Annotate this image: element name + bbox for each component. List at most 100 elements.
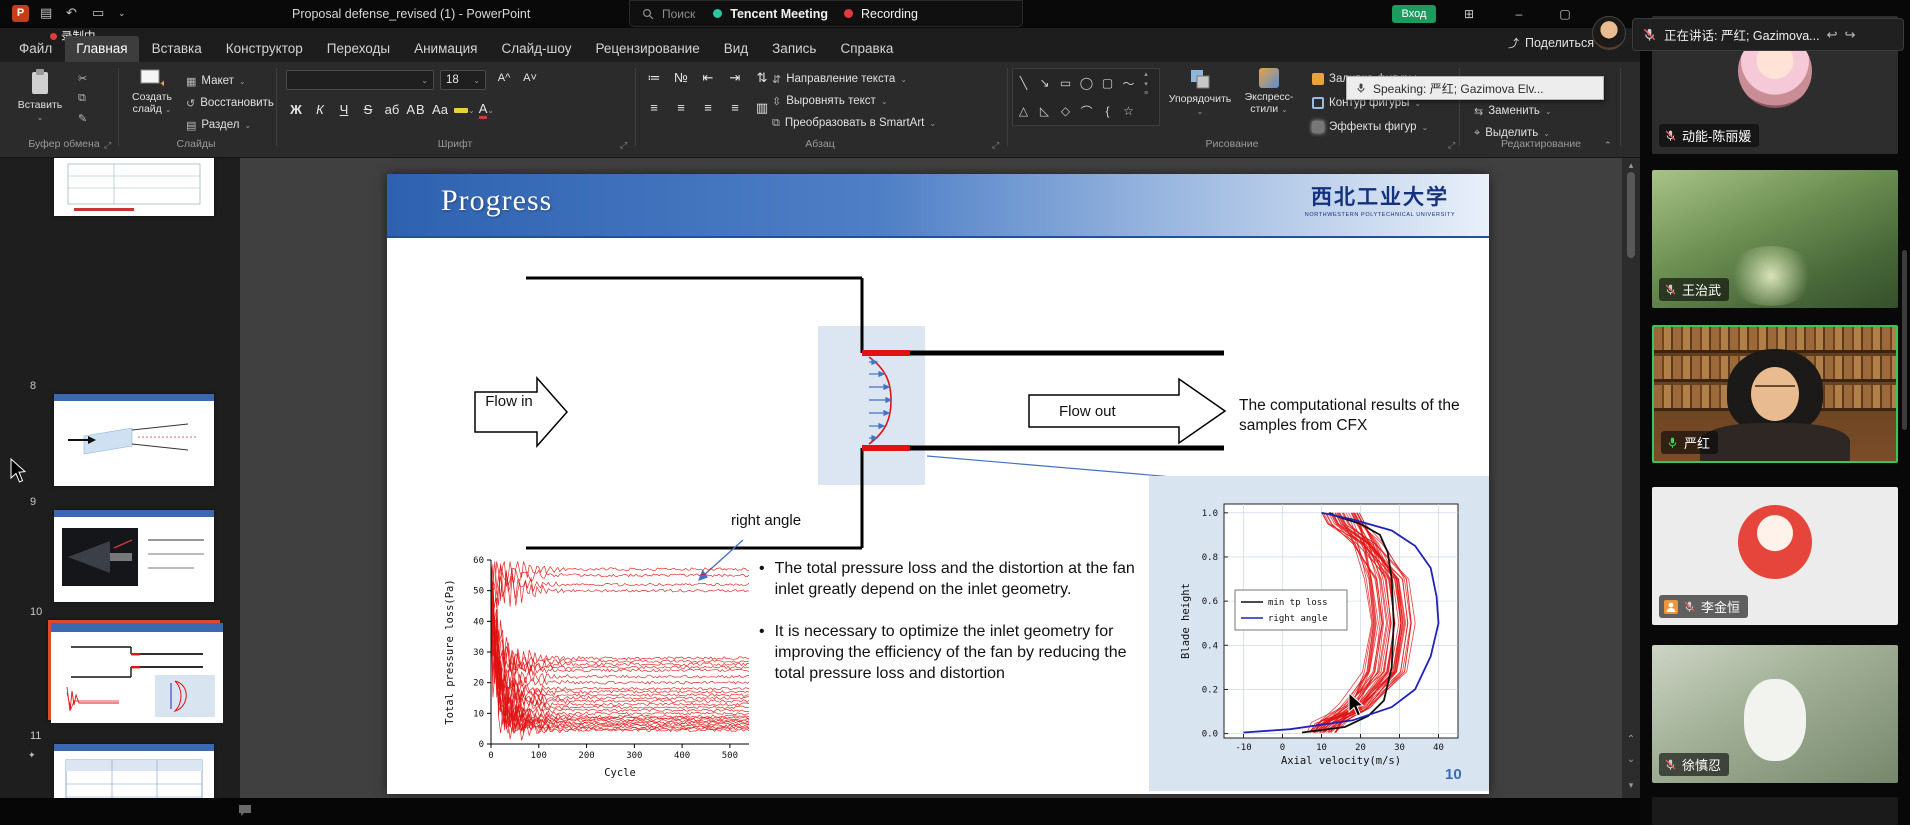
cut-icon[interactable]: ✂ [78,72,87,85]
numbering-icon[interactable]: № [671,70,691,86]
participant-video-1[interactable]: 王治武 [1652,170,1898,308]
slide-editing-area[interactable]: Progress 西北工业大学 NORTHWESTERN POLYTECHNIC… [387,174,1489,794]
reset-button[interactable]: ↺ Восстановить [186,94,274,112]
forward-arrow-icon[interactable]: ↪ [1845,27,1856,43]
tab-Главная[interactable]: Главная [65,36,138,62]
tab-Переходы[interactable]: Переходы [316,36,401,62]
undo-icon[interactable]: ↶ [66,5,77,21]
thumbnail-slide-10[interactable] [48,620,220,720]
shape-effects-button[interactable]: Эффекты фигур ⌄ [1312,118,1428,136]
bullets-icon[interactable]: ≔ [644,70,664,86]
participant-video-partial[interactable] [1652,797,1898,825]
search-label[interactable]: Поиск [662,7,695,21]
font-format-button-4[interactable]: аб [382,102,402,117]
font-format-button-0[interactable]: Ж [286,102,306,117]
participant-video-2[interactable]: 严红 [1652,325,1898,463]
format-painter-icon[interactable]: ✎ [78,112,87,125]
justify-icon[interactable]: ≡ [725,100,745,116]
drawing-dialog-launcher-icon[interactable]: ⤢ [1448,140,1455,151]
slide-scrollbar[interactable]: ▴ ⌃ ⌄ ▾ [1622,158,1640,798]
scrollbar-thumb[interactable] [1627,172,1635,258]
highlight-color-icon[interactable]: ⌄ [454,100,475,118]
paragraph-dialog-launcher-icon[interactable]: ⤢ [992,140,999,151]
layout-button[interactable]: ▦ Макет ⌄ [186,72,246,90]
align-center-icon[interactable]: ≡ [671,100,691,116]
diamond-icon[interactable]: ◇ [1061,104,1070,118]
tab-Слайд-шоу[interactable]: Слайд-шоу [490,36,582,62]
font-color-icon[interactable]: А⌄ [479,100,494,118]
speaking-banner[interactable]: 正在讲话: 严红; Gazimova... ↩ ↪ [1632,18,1904,51]
grow-font-button[interactable]: А^ [494,72,514,84]
animation-star-icon[interactable]: ✦ [28,750,36,761]
smartart-button[interactable]: ⧉ Преобразовать в SmartArt ⌄ [772,114,936,132]
font-format-button-1[interactable]: К [310,102,330,117]
tab-Запись[interactable]: Запись [761,36,827,62]
font-size-combo[interactable]: 18⌄ [440,70,486,90]
tab-Справка[interactable]: Справка [829,36,904,62]
star-icon[interactable]: ☆ [1123,104,1134,118]
font-format-button-6[interactable]: Аа [430,102,450,117]
tencent-meeting-overlay[interactable]: Поиск Tencent Meeting Recording [629,0,1023,27]
right-triangle-icon[interactable]: ◺ [1040,104,1049,118]
arc-icon[interactable]: ⌒ [1080,103,1092,120]
font-dialog-launcher-icon[interactable]: ⤢ [620,140,627,151]
scroll-down-icon[interactable]: ▾ [1622,780,1640,791]
thumbnail-partial[interactable] [54,158,214,216]
rectangle-icon[interactable]: ▭ [1060,76,1071,90]
font-format-button-5[interactable]: АВ [406,102,426,117]
gallery-more-icon[interactable]: ≡ [1144,90,1148,97]
clipboard-dialog-launcher-icon[interactable]: ⤢ [104,140,111,151]
text-direction-button[interactable]: ⇵ Направление текста ⌄ [772,70,907,88]
tab-Анимация[interactable]: Анимация [403,36,488,62]
brace-icon[interactable]: { [1105,104,1109,118]
increase-indent-icon[interactable]: ⇥ [725,70,745,86]
align-right-icon[interactable]: ≡ [698,100,718,116]
collapse-ribbon-icon[interactable]: ⌃ [1604,140,1612,151]
gallery-down-icon[interactable]: ▾ [1144,80,1148,88]
thumbnail-slide-8[interactable] [54,394,214,486]
font-format-button-2[interactable]: Ч [334,102,354,117]
columns-icon[interactable]: ▥ [752,100,772,116]
save-icon[interactable]: ▤ [40,5,52,21]
participant-video-3[interactable]: 李金恒 [1652,487,1898,625]
align-left-icon[interactable]: ≡ [644,100,664,116]
shapes-gallery[interactable]: ╲↘▭◯▢〜▴▾≡△◺◇⌒{☆ [1012,68,1160,126]
thumbnail-slide-9[interactable] [54,510,214,602]
new-slide-button[interactable]: ✦ Создать слайд ⌄ [124,66,180,132]
avatar[interactable] [1592,16,1626,50]
decrease-indent-icon[interactable]: ⇤ [698,70,718,86]
tab-Файл[interactable]: Файл [8,36,63,62]
line-spacing-icon[interactable]: ⇅ [752,70,772,86]
tab-Рецензирование[interactable]: Рецензирование [584,36,710,62]
maximize-button[interactable]: ▢ [1548,4,1582,24]
font-format-button-3[interactable]: S [358,102,378,117]
triangle-icon[interactable]: △ [1019,104,1028,118]
scribble-icon[interactable]: 〜 [1122,75,1134,92]
scroll-up-icon[interactable]: ▴ [1622,160,1640,171]
shrink-font-button[interactable]: А˅ [520,72,540,84]
copy-icon[interactable]: ⧉ [78,92,86,105]
rounded-rectangle-icon[interactable]: ▢ [1102,76,1113,90]
participants-scrollbar[interactable] [1902,250,1907,430]
next-slide-icon[interactable]: ⌄ [1622,754,1640,765]
quick-styles-button[interactable]: Экспресс-стили ⌄ [1236,66,1302,132]
participant-video-4[interactable]: 徐慎忍 [1652,645,1898,783]
line-icon[interactable]: ╲ [1020,76,1027,90]
login-button[interactable]: Вход [1392,5,1436,23]
comment-bubble-icon[interactable] [238,804,253,817]
arrange-button[interactable]: Упорядочить ⌄ [1168,66,1232,132]
slideshow-icon[interactable]: ▭ [92,5,104,21]
ellipse-icon[interactable]: ◯ [1080,76,1093,90]
minimize-button[interactable]: – [1502,4,1536,24]
font-name-combo[interactable]: ⌄ [286,70,434,90]
reply-arrow-icon[interactable]: ↩ [1827,27,1838,43]
thumbnail-slide-11[interactable] [54,744,214,798]
ribbon-display-options-icon[interactable]: ⊞ [1452,4,1486,24]
paste-button[interactable]: Вставить ⌄ [14,66,66,132]
tab-Конструктор[interactable]: Конструктор [215,36,314,62]
quick-access-chevron-icon[interactable]: ⌄ [118,5,126,21]
section-button[interactable]: ▤ Раздел ⌄ [186,116,251,134]
replace-button[interactable]: ⇆ Заменить ⌄ [1474,102,1552,120]
gallery-up-icon[interactable]: ▴ [1144,70,1148,78]
previous-slide-icon[interactable]: ⌃ [1622,734,1640,745]
